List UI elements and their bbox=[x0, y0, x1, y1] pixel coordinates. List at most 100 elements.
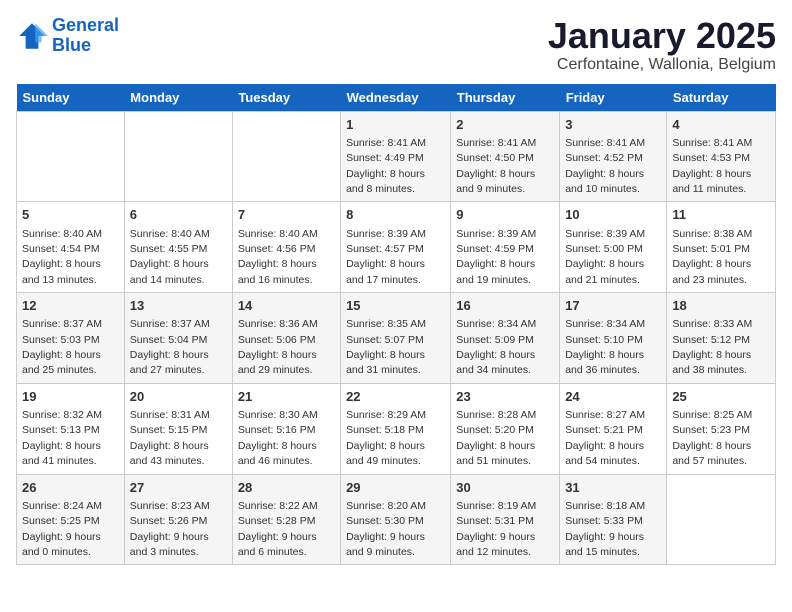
calendar-cell bbox=[232, 111, 340, 202]
day-number: 23 bbox=[456, 388, 554, 406]
day-info: Sunrise: 8:39 AM Sunset: 4:59 PM Dayligh… bbox=[456, 228, 536, 286]
calendar-cell: 13Sunrise: 8:37 AM Sunset: 5:04 PM Dayli… bbox=[124, 293, 232, 384]
day-number: 18 bbox=[672, 297, 770, 315]
day-number: 31 bbox=[565, 479, 661, 497]
calendar-cell: 22Sunrise: 8:29 AM Sunset: 5:18 PM Dayli… bbox=[341, 383, 451, 474]
day-number: 15 bbox=[346, 297, 445, 315]
day-info: Sunrise: 8:24 AM Sunset: 5:25 PM Dayligh… bbox=[22, 500, 102, 558]
calendar-cell: 8 Sunrise: 8:39 AM Sunset: 4:57 PM Daylig… bbox=[341, 202, 451, 293]
calendar-cell: 29 Sunrise: 8:20 AM Sunset: 5:30 PM Dayli… bbox=[341, 474, 451, 565]
calendar-cell: 16 Sunrise: 8:34 AM Sunset: 5:09 PM Dayli… bbox=[451, 293, 560, 384]
day-info: Sunrise: 8:34 AM Sunset: 5:09 PM Dayligh… bbox=[456, 318, 536, 376]
day-info: Sunrise: 8:41 AM Sunset: 4:49 PM Dayligh… bbox=[346, 137, 426, 195]
calendar-cell: 14Sunrise: 8:36 AM Sunset: 5:06 PM Dayli… bbox=[232, 293, 340, 384]
day-number: 21 bbox=[238, 388, 335, 406]
calendar-table: SundayMondayTuesdayWednesdayThursdayFrid… bbox=[16, 84, 776, 566]
day-info: Sunrise: 8:39 AM Sunset: 4:57 PM Dayligh… bbox=[346, 228, 426, 286]
calendar-cell: 10Sunrise: 8:39 AM Sunset: 5:00 PM Dayli… bbox=[560, 202, 667, 293]
weekday-header-sunday: Sunday bbox=[17, 84, 125, 112]
day-number: 16 bbox=[456, 297, 554, 315]
calendar-cell: 31 Sunrise: 8:18 AM Sunset: 5:33 PM Dayli… bbox=[560, 474, 667, 565]
month-title: January 2025 bbox=[548, 16, 776, 56]
calendar-cell bbox=[667, 474, 776, 565]
day-info: Sunrise: 8:30 AM Sunset: 5:16 PM Dayligh… bbox=[238, 409, 318, 467]
day-info: Sunrise: 8:32 AM Sunset: 5:13 PM Dayligh… bbox=[22, 409, 102, 467]
day-info: Sunrise: 8:20 AM Sunset: 5:30 PM Dayligh… bbox=[346, 500, 426, 558]
calendar-cell: 27Sunrise: 8:23 AM Sunset: 5:26 PM Dayli… bbox=[124, 474, 232, 565]
day-number: 19 bbox=[22, 388, 119, 406]
calendar-cell: 18 Sunrise: 8:33 AM Sunset: 5:12 PM Dayli… bbox=[667, 293, 776, 384]
calendar-cell: 2 Sunrise: 8:41 AM Sunset: 4:50 PM Daylig… bbox=[451, 111, 560, 202]
calendar-cell: 6 Sunrise: 8:40 AM Sunset: 4:55 PM Daylig… bbox=[124, 202, 232, 293]
day-number: 25 bbox=[672, 388, 770, 406]
day-number: 14 bbox=[238, 297, 335, 315]
calendar-cell: 1Sunrise: 8:41 AM Sunset: 4:49 PM Daylig… bbox=[341, 111, 451, 202]
day-number: 30 bbox=[456, 479, 554, 497]
day-number: 29 bbox=[346, 479, 445, 497]
weekday-header-row: SundayMondayTuesdayWednesdayThursdayFrid… bbox=[17, 84, 776, 112]
day-number: 12 bbox=[22, 297, 119, 315]
day-number: 4 bbox=[672, 116, 770, 134]
calendar-cell: 11 Sunrise: 8:38 AM Sunset: 5:01 PM Dayli… bbox=[667, 202, 776, 293]
day-info: Sunrise: 8:35 AM Sunset: 5:07 PM Dayligh… bbox=[346, 318, 426, 376]
week-row-5: 26 Sunrise: 8:24 AM Sunset: 5:25 PM Dayli… bbox=[17, 474, 776, 565]
calendar-cell: 25 Sunrise: 8:25 AM Sunset: 5:23 PM Dayli… bbox=[667, 383, 776, 474]
day-info: Sunrise: 8:41 AM Sunset: 4:50 PM Dayligh… bbox=[456, 137, 536, 195]
weekday-header-saturday: Saturday bbox=[667, 84, 776, 112]
day-number: 10 bbox=[565, 206, 661, 224]
day-number: 6 bbox=[130, 206, 227, 224]
title-area: January 2025 Cerfontaine, Wallonia, Belg… bbox=[548, 16, 776, 74]
day-info: Sunrise: 8:37 AM Sunset: 5:03 PM Dayligh… bbox=[22, 318, 102, 376]
day-number: 8 bbox=[346, 206, 445, 224]
day-number: 11 bbox=[672, 206, 770, 224]
calendar-cell: 4 Sunrise: 8:41 AM Sunset: 4:53 PM Daylig… bbox=[667, 111, 776, 202]
day-info: Sunrise: 8:41 AM Sunset: 4:53 PM Dayligh… bbox=[672, 137, 752, 195]
day-number: 3 bbox=[565, 116, 661, 134]
calendar-cell bbox=[17, 111, 125, 202]
calendar-cell: 28Sunrise: 8:22 AM Sunset: 5:28 PM Dayli… bbox=[232, 474, 340, 565]
day-number: 26 bbox=[22, 479, 119, 497]
day-info: Sunrise: 8:27 AM Sunset: 5:21 PM Dayligh… bbox=[565, 409, 645, 467]
day-info: Sunrise: 8:34 AM Sunset: 5:10 PM Dayligh… bbox=[565, 318, 645, 376]
day-info: Sunrise: 8:25 AM Sunset: 5:23 PM Dayligh… bbox=[672, 409, 752, 467]
day-number: 2 bbox=[456, 116, 554, 134]
calendar-cell: 21 Sunrise: 8:30 AM Sunset: 5:16 PM Dayli… bbox=[232, 383, 340, 474]
calendar-cell: 24Sunrise: 8:27 AM Sunset: 5:21 PM Dayli… bbox=[560, 383, 667, 474]
day-info: Sunrise: 8:38 AM Sunset: 5:01 PM Dayligh… bbox=[672, 228, 752, 286]
calendar-cell: 19 Sunrise: 8:32 AM Sunset: 5:13 PM Dayli… bbox=[17, 383, 125, 474]
day-info: Sunrise: 8:40 AM Sunset: 4:55 PM Dayligh… bbox=[130, 228, 210, 286]
calendar-cell: 7 Sunrise: 8:40 AM Sunset: 4:56 PM Daylig… bbox=[232, 202, 340, 293]
day-info: Sunrise: 8:40 AM Sunset: 4:56 PM Dayligh… bbox=[238, 228, 318, 286]
week-row-3: 12 Sunrise: 8:37 AM Sunset: 5:03 PM Dayli… bbox=[17, 293, 776, 384]
week-row-1: 1Sunrise: 8:41 AM Sunset: 4:49 PM Daylig… bbox=[17, 111, 776, 202]
week-row-4: 19 Sunrise: 8:32 AM Sunset: 5:13 PM Dayli… bbox=[17, 383, 776, 474]
calendar-cell: 3 Sunrise: 8:41 AM Sunset: 4:52 PM Daylig… bbox=[560, 111, 667, 202]
logo-text: General Blue bbox=[52, 16, 119, 56]
day-info: Sunrise: 8:31 AM Sunset: 5:15 PM Dayligh… bbox=[130, 409, 210, 467]
calendar-cell bbox=[124, 111, 232, 202]
day-info: Sunrise: 8:41 AM Sunset: 4:52 PM Dayligh… bbox=[565, 137, 645, 195]
day-info: Sunrise: 8:40 AM Sunset: 4:54 PM Dayligh… bbox=[22, 228, 102, 286]
calendar-cell: 26 Sunrise: 8:24 AM Sunset: 5:25 PM Dayli… bbox=[17, 474, 125, 565]
calendar-cell: 17 Sunrise: 8:34 AM Sunset: 5:10 PM Dayli… bbox=[560, 293, 667, 384]
calendar-cell: 23Sunrise: 8:28 AM Sunset: 5:20 PM Dayli… bbox=[451, 383, 560, 474]
calendar-cell: 30Sunrise: 8:19 AM Sunset: 5:31 PM Dayli… bbox=[451, 474, 560, 565]
day-number: 7 bbox=[238, 206, 335, 224]
weekday-header-wednesday: Wednesday bbox=[341, 84, 451, 112]
calendar-cell: 5 Sunrise: 8:40 AM Sunset: 4:54 PM Daylig… bbox=[17, 202, 125, 293]
day-number: 9 bbox=[456, 206, 554, 224]
weekday-header-tuesday: Tuesday bbox=[232, 84, 340, 112]
day-info: Sunrise: 8:18 AM Sunset: 5:33 PM Dayligh… bbox=[565, 500, 645, 558]
day-info: Sunrise: 8:33 AM Sunset: 5:12 PM Dayligh… bbox=[672, 318, 752, 376]
day-number: 22 bbox=[346, 388, 445, 406]
day-info: Sunrise: 8:23 AM Sunset: 5:26 PM Dayligh… bbox=[130, 500, 210, 558]
location-title: Cerfontaine, Wallonia, Belgium bbox=[548, 56, 776, 74]
day-number: 5 bbox=[22, 206, 119, 224]
day-number: 13 bbox=[130, 297, 227, 315]
calendar-cell: 9 Sunrise: 8:39 AM Sunset: 4:59 PM Daylig… bbox=[451, 202, 560, 293]
logo: General Blue bbox=[16, 16, 119, 56]
calendar-cell: 20Sunrise: 8:31 AM Sunset: 5:15 PM Dayli… bbox=[124, 383, 232, 474]
day-number: 17 bbox=[565, 297, 661, 315]
logo-icon bbox=[16, 20, 48, 52]
calendar-body: 1Sunrise: 8:41 AM Sunset: 4:49 PM Daylig… bbox=[17, 111, 776, 565]
